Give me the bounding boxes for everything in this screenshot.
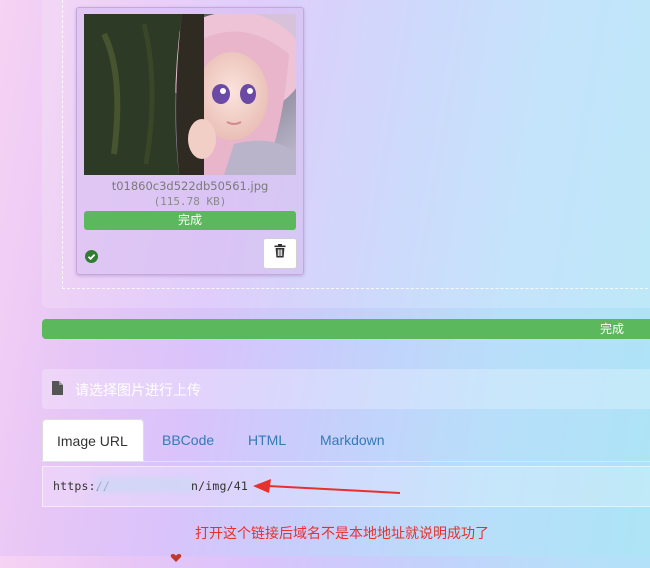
tab-bbcode[interactable]: BBCode [162,419,214,461]
check-circle-icon [85,250,98,263]
total-progress-label: 完成 [600,322,625,336]
tab-html[interactable]: HTML [248,419,286,461]
file-size: (115.78 KB) [153,195,227,208]
trash-icon [274,244,286,263]
tab-markdown[interactable]: Markdown [320,419,385,461]
select-prompt: 请选择图片进行上传 [75,383,201,399]
total-progress-bar: 完成 [42,319,650,339]
redacted-domain [95,477,195,493]
red-arrow-annotation [253,479,401,494]
tab-image-url[interactable]: Image URL [42,419,144,461]
output-format-tabs: Image URL BBCode HTML Markdown [42,419,650,462]
file-select-bar[interactable]: 请选择图片进行上传 [42,369,650,409]
file-name: t01860c3d522db50561.jpg [111,179,269,193]
file-preview-card: t01860c3d522db50561.jpg (115.78 KB) 完成 [76,7,304,275]
image-thumbnail [84,14,296,175]
heart-icon [170,550,182,562]
file-progress-bar: 完成 [84,211,296,230]
url-output-end: n/img/41 [191,479,248,493]
delete-button[interactable] [263,238,297,269]
file-icon [52,381,63,400]
annotation-text: 打开这个链接后域名不是本地地址就说明成功了 [195,526,489,542]
